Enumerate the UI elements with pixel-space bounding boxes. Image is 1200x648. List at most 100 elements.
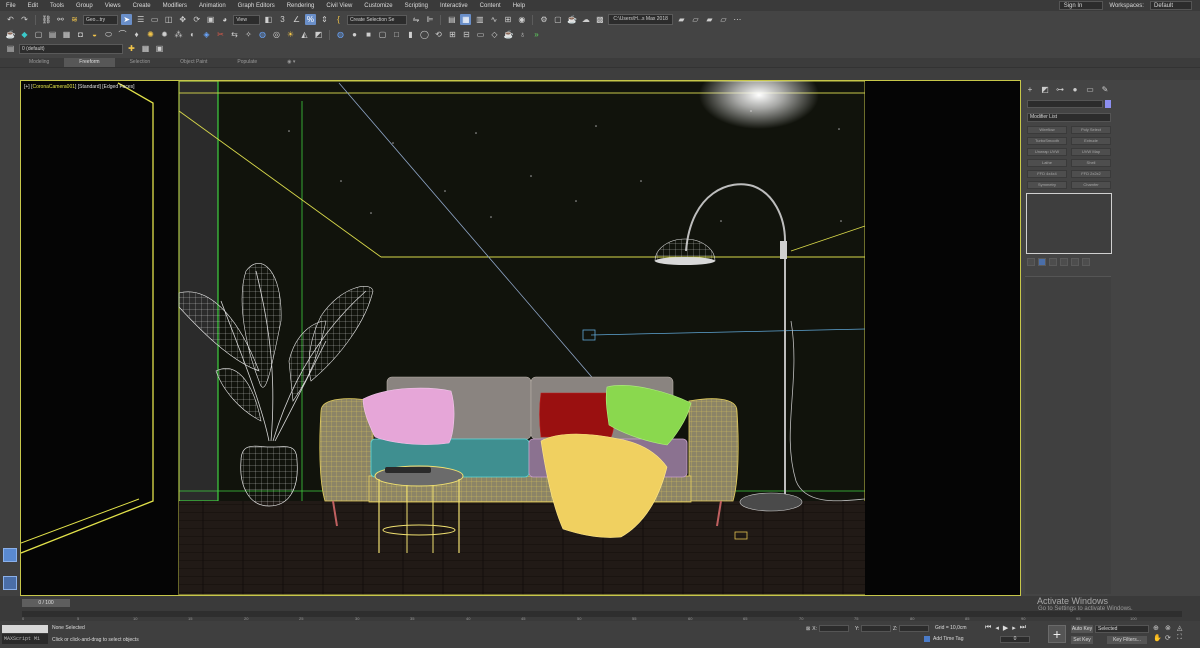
object-name-field[interactable] xyxy=(1027,100,1103,108)
frame-buffer-icon[interactable]: ▦ xyxy=(61,30,72,41)
configure-sets-icon[interactable] xyxy=(1071,258,1079,266)
set-key-button[interactable]: Set Key xyxy=(1071,636,1093,644)
link-icon[interactable]: ⛓ xyxy=(41,14,52,25)
z-field[interactable] xyxy=(899,625,930,632)
scene-explorer-icon[interactable]: ▤ xyxy=(446,14,457,25)
orbit-icon[interactable]: ⟳ xyxy=(1165,634,1175,642)
pivot-center-icon[interactable]: ◧ xyxy=(263,14,274,25)
rotate-icon[interactable]: ⟳ xyxy=(191,14,202,25)
pin-stack-icon[interactable] xyxy=(1027,258,1035,266)
cube-icon[interactable]: ■ xyxy=(363,30,374,41)
sign-in-dropdown[interactable]: Sign In xyxy=(1058,1,1104,10)
menu-modifiers[interactable]: Modifiers xyxy=(157,3,193,9)
y-field[interactable] xyxy=(861,625,892,632)
play-icon[interactable]: ▶ xyxy=(1003,624,1008,632)
globe-render-icon[interactable]: ◍ xyxy=(335,30,346,41)
menu-animation[interactable]: Animation xyxy=(193,3,232,9)
light-lister-icon[interactable]: ☀ xyxy=(285,30,296,41)
ribbon-options-icon[interactable]: ◉ ▾ xyxy=(272,58,310,67)
modifier-button[interactable]: Poly Select xyxy=(1071,126,1111,134)
next-frame-icon[interactable]: ▸ xyxy=(1012,624,1016,632)
menu-civil-view[interactable]: Civil View xyxy=(320,3,358,9)
menu-edit[interactable]: Edit xyxy=(22,3,44,9)
tray-icon[interactable]: ◇ xyxy=(489,30,500,41)
set-project-icon[interactable]: ▱ xyxy=(690,14,701,25)
modifier-button[interactable]: FFD 2x2x2 xyxy=(1071,170,1111,178)
sync-icon[interactable]: ⟲ xyxy=(433,30,444,41)
asset-tracking-icon[interactable]: ▱ xyxy=(718,14,729,25)
rendered-frame-icon[interactable]: ▢ xyxy=(552,14,563,25)
edit-named-selection-icon[interactable]: { xyxy=(333,14,344,25)
teapot-preview-icon[interactable]: ☕ xyxy=(503,30,514,41)
curve-editor-icon[interactable]: ∿ xyxy=(488,14,499,25)
layout-tab-button[interactable] xyxy=(3,548,17,562)
make-unique-icon[interactable] xyxy=(1049,258,1057,266)
menu-create[interactable]: Create xyxy=(127,3,157,9)
menu-scripting[interactable]: Scripting xyxy=(399,3,434,9)
selection-filter-dropdown[interactable]: Geo...try xyxy=(83,14,119,25)
teapot-icon[interactable]: ☕ xyxy=(5,30,16,41)
modifier-list-dropdown[interactable]: Modifier List xyxy=(1027,113,1111,122)
track-bar-track[interactable] xyxy=(22,611,1182,617)
show-end-result-icon[interactable] xyxy=(1038,258,1046,266)
modifier-button[interactable]: Chamfer xyxy=(1071,181,1111,189)
modifier-button[interactable]: Wireflow xyxy=(1027,126,1067,134)
viewport-label[interactable]: [+] [CoronaCamera001] [Standard] [Edged … xyxy=(24,84,135,90)
key-filters-button[interactable]: Key Filters... xyxy=(1107,636,1147,644)
modifier-button[interactable]: Unwrap UVW xyxy=(1027,148,1067,156)
modifier-button[interactable]: Shell xyxy=(1071,159,1111,167)
tools-icon[interactable]: ✂ xyxy=(215,30,226,41)
menu-content[interactable]: Content xyxy=(474,3,507,9)
torus-icon[interactable]: ◯ xyxy=(419,30,430,41)
bind-space-warp-icon[interactable]: ≋ xyxy=(69,14,80,25)
sun-icon[interactable]: ✺ xyxy=(145,30,156,41)
denoise-icon[interactable]: ✧ xyxy=(243,30,254,41)
render-setup-icon[interactable]: ⚙ xyxy=(538,14,549,25)
material-library-icon[interactable]: ▤ xyxy=(47,30,58,41)
go-to-start-icon[interactable]: ⏮ xyxy=(985,624,991,632)
material-editor-icon[interactable]: ◉ xyxy=(516,14,527,25)
move-icon[interactable]: ✥ xyxy=(177,14,188,25)
current-frame-field[interactable]: 0 xyxy=(1000,636,1030,643)
ir-window-icon[interactable]: ▢ xyxy=(33,30,44,41)
menu-help[interactable]: Help xyxy=(507,3,531,9)
utilities-tab-icon[interactable]: ✎ xyxy=(1100,84,1110,94)
new-key-button[interactable]: + xyxy=(1048,625,1066,643)
workspace-dropdown[interactable]: Default xyxy=(1149,1,1192,10)
modifier-button[interactable]: UVW Map xyxy=(1071,148,1111,156)
schematic-view-icon[interactable]: ⊞ xyxy=(502,14,513,25)
zoom-all-icon[interactable]: ⊗ xyxy=(1165,624,1175,632)
proxy-icon[interactable]: ⬭ xyxy=(103,30,114,41)
key-mode-dropdown[interactable]: Selected xyxy=(1095,625,1149,633)
menu-interactive[interactable]: Interactive xyxy=(434,3,474,9)
menu-customize[interactable]: Customize xyxy=(358,3,398,9)
remove-modifier-icon[interactable] xyxy=(1060,258,1068,266)
modifier-stack[interactable] xyxy=(1026,193,1112,254)
viewport-layout-button[interactable] xyxy=(3,576,17,590)
mirror-icon[interactable]: ⇋ xyxy=(410,14,421,25)
percent-snap-icon[interactable]: % xyxy=(304,14,316,25)
track-bar[interactable]: 0 5 10 15 20 25 30 35 40 45 50 55 60 65 … xyxy=(22,608,1182,621)
box-icon[interactable]: ▢ xyxy=(377,30,388,41)
place-icon[interactable]: ◕ xyxy=(219,14,230,25)
globe-icon[interactable]: ◍ xyxy=(257,30,268,41)
converter-icon[interactable]: ⇆ xyxy=(229,30,240,41)
lightmix-icon[interactable]: ◭ xyxy=(299,30,310,41)
tab-modeling[interactable]: Modeling xyxy=(14,58,64,67)
camera-icon[interactable]: ◘ xyxy=(75,30,86,41)
grid2-icon[interactable]: ⊟ xyxy=(461,30,472,41)
modifier-button[interactable]: Symmetry xyxy=(1027,181,1067,189)
render-iterative-icon[interactable]: ▩ xyxy=(594,14,605,25)
light-material-icon[interactable]: ◒ xyxy=(89,30,100,41)
modifier-button[interactable]: FFD 4x4x4 xyxy=(1027,170,1067,178)
select-by-name-icon[interactable]: ☰ xyxy=(135,14,146,25)
render-online-icon[interactable]: ☁ xyxy=(580,14,591,25)
menu-group[interactable]: Group xyxy=(70,3,99,9)
add-to-layer-icon[interactable]: ✚ xyxy=(126,44,137,55)
menu-graph-editors[interactable]: Graph Editors xyxy=(232,3,281,9)
angle-snap-icon[interactable]: ∠ xyxy=(291,14,302,25)
tab-freeform[interactable]: Freeform xyxy=(64,58,115,67)
select-in-layer-icon[interactable]: ▦ xyxy=(140,44,151,55)
window-crossing-icon[interactable]: ◫ xyxy=(163,14,174,25)
object-color-swatch[interactable] xyxy=(1105,100,1111,108)
